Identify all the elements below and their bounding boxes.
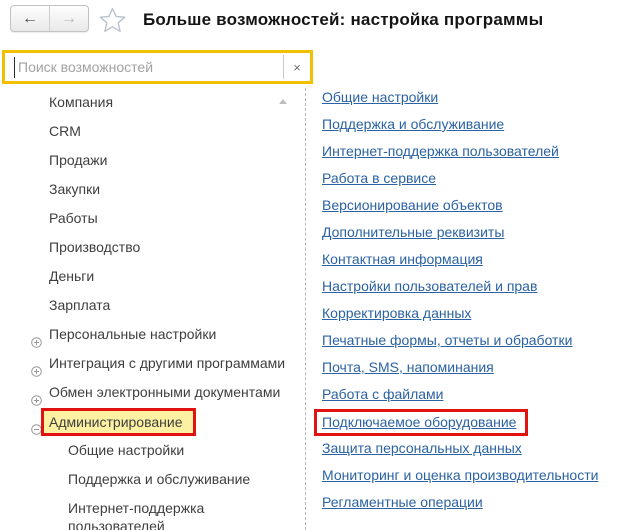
category-label: Деньги (49, 268, 95, 284)
forward-arrow-icon: → (61, 9, 77, 27)
category-item-crm[interactable]: CRM (0, 117, 304, 146)
category-label: Закупки (49, 181, 101, 197)
category-item-support-maintenance[interactable]: Поддержка и обслуживание (0, 465, 304, 494)
category-label: Обмен электронными документами (49, 384, 281, 400)
list-item: Общие настройки (322, 84, 598, 111)
category-item-administration[interactable]: Администрирование (0, 407, 304, 437)
category-label: Продажи (49, 152, 108, 168)
list-item: Настройки пользователей и прав (322, 273, 598, 300)
category-item-integration[interactable]: Интеграция с другими программами (0, 349, 304, 378)
category-item-salary[interactable]: Зарплата (0, 291, 304, 320)
list-item: Защита персональных данных (322, 435, 598, 462)
category-label: Интернет-поддержка пользователей (68, 500, 205, 530)
program-settings-window: ← → Больше возможностей: настройка прогр… (0, 0, 623, 530)
category-item-production[interactable]: Производство (0, 233, 304, 262)
category-label: Интеграция с другими программами (49, 355, 286, 371)
list-item: Дополнительные реквизиты (322, 219, 598, 246)
expand-plus-icon[interactable] (31, 358, 42, 377)
category-label: Зарплата (49, 297, 111, 313)
link-file-management[interactable]: Работа с файлами (322, 386, 444, 402)
favorites-star-icon[interactable] (99, 7, 126, 33)
list-item: Интернет-поддержка пользователей (322, 138, 598, 165)
highlight-rectangle: Администрирование (41, 408, 196, 437)
category-item-works[interactable]: Работы (0, 204, 304, 233)
back-button[interactable]: ← (11, 6, 50, 31)
category-label: Персональные настройки (49, 326, 217, 342)
link-service-work[interactable]: Работа в сервисе (322, 170, 436, 186)
link-support-maintenance[interactable]: Поддержка и обслуживание (322, 116, 504, 132)
category-label: Администрирование (49, 414, 183, 431)
list-item: Почта, SMS, напоминания (322, 354, 598, 381)
link-general-settings[interactable]: Общие настройки (322, 89, 438, 105)
category-item-sales[interactable]: Продажи (0, 146, 304, 175)
list-item: Контактная информация (322, 246, 598, 273)
list-item: Версионирование объектов (322, 192, 598, 219)
category-item-purchases[interactable]: Закупки (0, 175, 304, 204)
scroll-up-icon[interactable] (279, 99, 287, 104)
category-item-edi-exchange[interactable]: Обмен электронными документами (0, 378, 304, 407)
link-performance-monitoring[interactable]: Мониторинг и оценка производительности (322, 467, 598, 483)
link-mail-sms-reminders[interactable]: Почта, SMS, напоминания (322, 359, 494, 375)
list-item: Работа с файлами (322, 381, 598, 408)
category-item-personal-settings[interactable]: Персональные настройки (0, 320, 304, 349)
category-label: Общие настройки (68, 442, 185, 458)
link-print-forms-reports[interactable]: Печатные формы, отчеты и обработки (322, 332, 572, 348)
link-personal-data-protection[interactable]: Защита персональных данных (322, 440, 522, 456)
clear-search-button[interactable]: × (284, 60, 310, 75)
list-item: Регламентные операции (322, 489, 598, 516)
category-label: CRM (49, 123, 81, 139)
category-label: Поддержка и обслуживание (68, 471, 251, 487)
category-label: Производство (49, 239, 141, 255)
link-object-versioning[interactable]: Версионирование объектов (322, 197, 503, 213)
list-item: Подключаемое оборудование (314, 408, 598, 436)
category-item-internet-support[interactable]: Интернет-поддержка пользователей (0, 494, 250, 530)
expand-plus-icon[interactable] (31, 387, 42, 406)
link-contact-information[interactable]: Контактная информация (322, 251, 483, 267)
list-item: Работа в сервисе (322, 165, 598, 192)
settings-links-list: Общие настройки Поддержка и обслуживание… (314, 84, 598, 516)
history-nav-group: ← → (10, 5, 89, 32)
category-item-company[interactable]: Компания (0, 88, 304, 117)
search-field[interactable]: × (2, 50, 313, 84)
list-item: Корректировка данных (322, 300, 598, 327)
link-internet-support[interactable]: Интернет-поддержка пользователей (322, 143, 559, 159)
link-connected-equipment[interactable]: Подключаемое оборудование (322, 414, 516, 430)
category-label: Компания (49, 94, 114, 110)
category-item-money[interactable]: Деньги (0, 262, 304, 291)
category-label: Работы (49, 210, 98, 226)
expand-plus-icon[interactable] (31, 329, 42, 348)
link-users-rights-settings[interactable]: Настройки пользователей и прав (322, 278, 537, 294)
list-item: Печатные формы, отчеты и обработки (322, 327, 598, 354)
panel-divider (305, 88, 306, 530)
list-item: Мониторинг и оценка производительности (322, 462, 598, 489)
link-scheduled-operations[interactable]: Регламентные операции (322, 494, 483, 510)
forward-button[interactable]: → (50, 6, 88, 31)
link-additional-attributes[interactable]: Дополнительные реквизиты (322, 224, 504, 240)
list-item: Поддержка и обслуживание (322, 111, 598, 138)
link-data-correction[interactable]: Корректировка данных (322, 305, 471, 321)
category-item-general-settings[interactable]: Общие настройки (0, 436, 304, 465)
back-arrow-icon: ← (22, 9, 38, 27)
page-title: Больше возможностей: настройка программы (143, 10, 544, 29)
category-tree: Компания CRM Продажи Закупки Работы Прои… (0, 88, 304, 530)
search-input[interactable] (15, 53, 283, 81)
highlight-rectangle: Подключаемое оборудование (314, 408, 529, 436)
close-icon: × (293, 59, 301, 75)
